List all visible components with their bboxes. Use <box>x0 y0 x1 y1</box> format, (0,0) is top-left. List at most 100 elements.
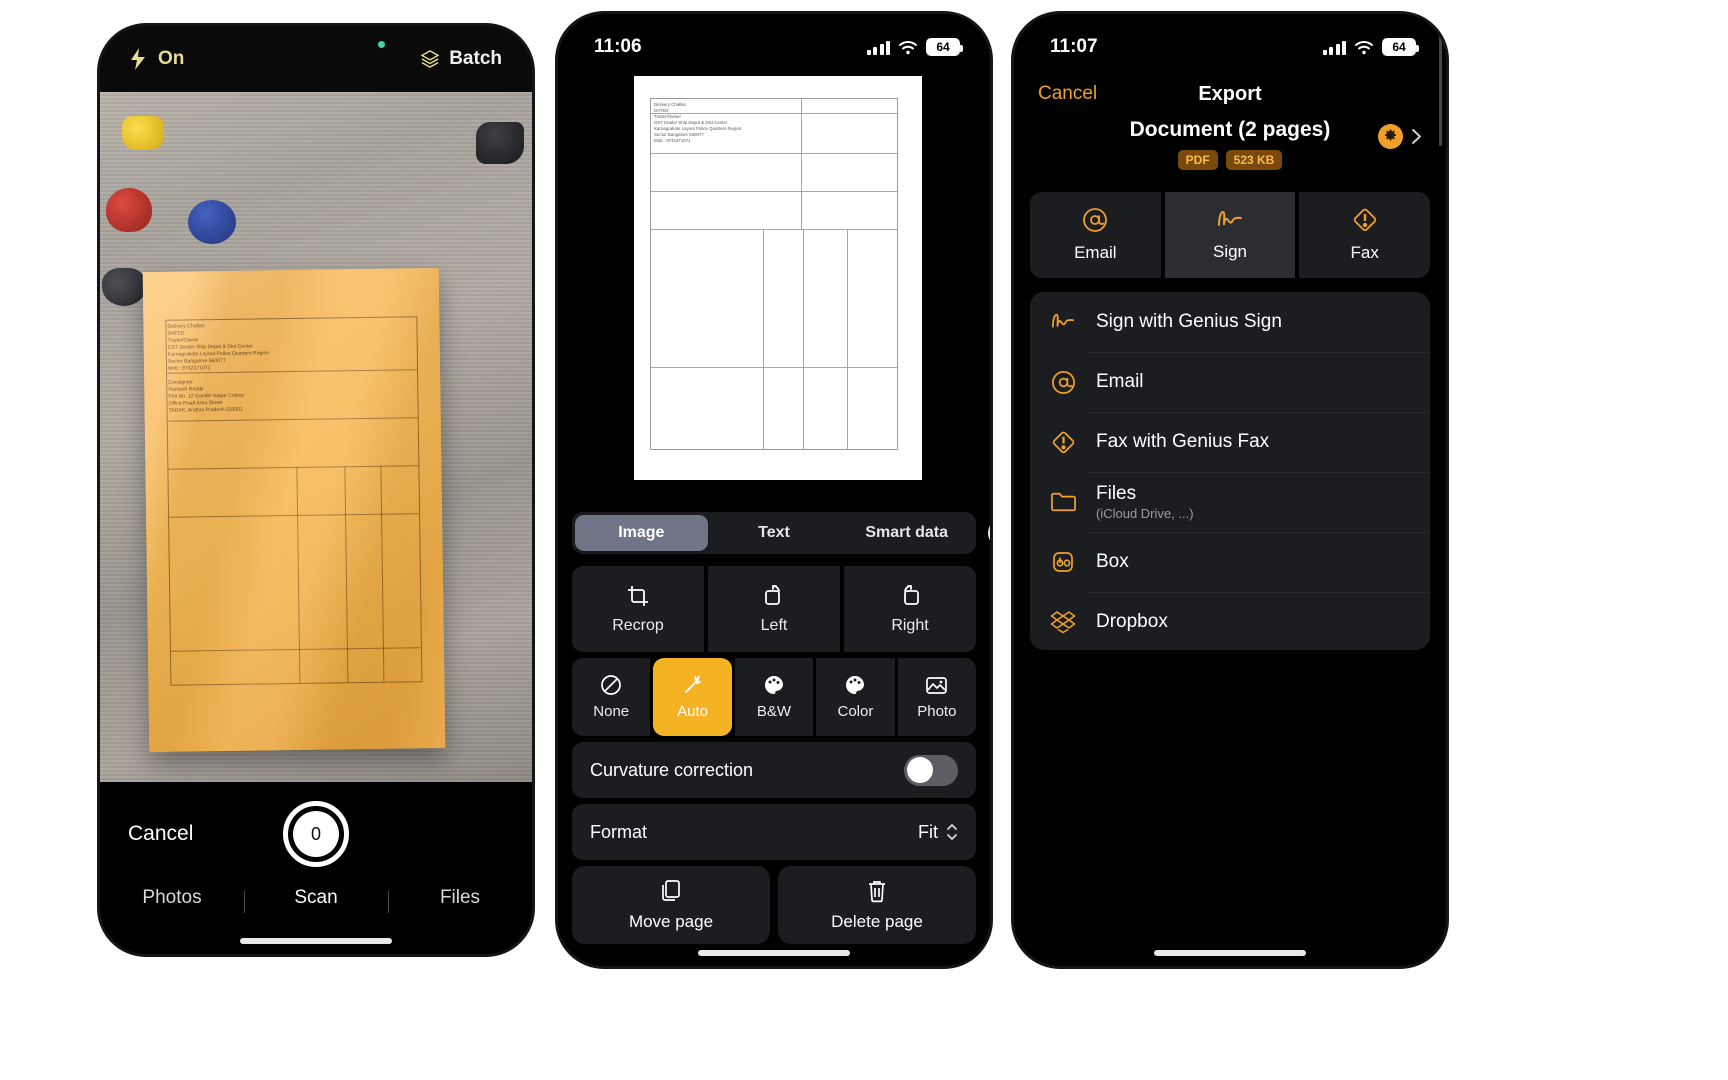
magic-wand-icon <box>682 674 704 696</box>
document-table-grid <box>165 316 423 686</box>
dropbox-icon <box>1048 607 1078 637</box>
recrop-button[interactable]: Recrop <box>572 566 704 652</box>
tab-scan[interactable]: Scan <box>244 887 388 913</box>
desk-object-blue <box>188 200 236 244</box>
destination-label: Fax with Genius Fax <box>1096 431 1270 452</box>
shutter-row: Cancel 0 <box>100 788 532 880</box>
filter-photo[interactable]: Photo <box>897 658 977 736</box>
shutter-button[interactable]: 0 <box>283 801 349 867</box>
quick-action-sign-label: Sign <box>1212 242 1248 261</box>
fax-diamond-icon <box>1048 427 1078 457</box>
camera-top-bar: On Batch <box>100 26 532 92</box>
rotate-left-button[interactable]: Left <box>708 566 840 652</box>
destination-label: Dropbox <box>1096 611 1168 632</box>
rotate-left-icon <box>762 584 786 608</box>
desk-object-black <box>476 122 524 164</box>
rotate-right-button[interactable]: Right <box>844 566 976 652</box>
quick-action-email-label: Email <box>1074 243 1117 262</box>
segment-smart-data[interactable]: Smart data <box>840 515 973 551</box>
filter-color[interactable]: Color <box>816 658 895 736</box>
list-item[interactable]: Dropbox <box>1030 592 1430 650</box>
wifi-icon <box>898 40 918 55</box>
camera-viewfinder[interactable]: Delivery Challan DATED Trader/Owner GST … <box>100 92 532 782</box>
palette-icon <box>763 674 785 696</box>
at-circle-icon <box>1048 367 1078 397</box>
filter-none[interactable]: None <box>572 658 651 736</box>
quick-action-fax-label: Fax <box>1350 243 1379 262</box>
recording-indicator-dot <box>378 41 385 48</box>
tab-files[interactable]: Files <box>388 887 532 913</box>
batch-mode-button[interactable]: Batch <box>421 48 502 70</box>
delete-page-label: Delete page <box>831 911 923 931</box>
rotate-right-label: Right <box>891 616 929 634</box>
export-nav-bar: Cancel Export <box>1014 70 1446 118</box>
page-preview-image[interactable]: Delivery Challan DATED Trader/Owner GST … <box>634 76 922 480</box>
scanned-paper-document: Delivery Challan DATED Trader/Owner GST … <box>142 267 446 753</box>
format-badge: PDF <box>1177 150 1218 170</box>
filter-none-label: None <box>593 703 630 720</box>
filter-photo-label: Photo <box>917 703 957 720</box>
export-cancel-button[interactable]: Cancel <box>1038 83 1097 105</box>
home-indicator <box>1154 950 1306 956</box>
wifi-icon <box>1354 40 1374 55</box>
battery-icon: 64 <box>1382 38 1419 56</box>
format-row[interactable]: Format Fit <box>572 804 976 860</box>
curvature-correction-toggle[interactable] <box>904 754 958 786</box>
filter-bw[interactable]: B&W <box>734 658 814 736</box>
destination-text-group: Files (iCloud Drive, ...) <box>1096 483 1194 521</box>
format-value: Fit <box>918 821 938 842</box>
filter-auto[interactable]: Auto <box>653 658 732 736</box>
quick-action-sign[interactable]: Sign <box>1164 192 1296 278</box>
quick-action-email[interactable]: Email <box>1030 192 1161 278</box>
bolt-icon <box>130 48 146 70</box>
segment-image[interactable]: Image <box>575 515 708 551</box>
desk-object-yellow <box>122 116 164 150</box>
move-page-label: Move page <box>628 911 714 931</box>
filter-row: None Auto B&W Color Photo <box>572 658 977 736</box>
document-badges: PDF 523 KB <box>1014 150 1446 170</box>
editor-mode-segmented-control: Image Text Smart data ✕ <box>572 512 990 554</box>
filter-auto-label: Auto <box>677 703 709 720</box>
destination-label: Sign with Genius Sign <box>1096 311 1282 332</box>
at-circle-icon <box>1082 207 1108 233</box>
list-item[interactable]: Fax with Genius Fax <box>1030 412 1430 472</box>
phone-camera-screen: On Batch Delivery Challan DATED Trader/O… <box>100 26 532 954</box>
camera-cancel-button[interactable]: Cancel <box>128 822 193 846</box>
desk-object-dark <box>102 268 146 306</box>
filter-color-label: Color <box>837 703 874 720</box>
phone-editor-screen: 11:06 64 Delivery Challan DATED Trader/O… <box>558 14 990 966</box>
page-actions-row: Move page Delete page <box>572 866 976 944</box>
list-item[interactable]: Sign with Genius Sign <box>1030 292 1430 352</box>
curvature-correction-row[interactable]: Curvature correction <box>572 742 976 798</box>
cellular-signal-icon <box>1322 40 1346 55</box>
chevron-up-down-icon <box>946 822 958 842</box>
cellular-signal-icon <box>866 40 890 55</box>
list-item[interactable]: Box <box>1030 532 1430 592</box>
tab-photos[interactable]: Photos <box>100 887 244 909</box>
list-item[interactable]: Files (iCloud Drive, ...) <box>1030 472 1430 532</box>
home-indicator <box>698 950 850 956</box>
filter-bw-label: B&W <box>756 703 792 720</box>
delete-page-button[interactable]: Delete page <box>778 866 976 944</box>
quick-action-fax[interactable]: Fax <box>1299 192 1431 278</box>
flash-toggle[interactable]: On <box>130 48 184 70</box>
batch-icon <box>421 50 440 68</box>
chevron-right-icon[interactable] <box>1411 128 1422 145</box>
rotate-left-label: Left <box>760 616 788 634</box>
batch-label: Batch <box>449 48 502 69</box>
capture-count: 0 <box>310 823 321 844</box>
battery-level: 64 <box>936 40 950 54</box>
gear-icon[interactable] <box>1378 124 1403 149</box>
document-settings-group[interactable] <box>1378 124 1422 149</box>
camera-bottom-controls: Cancel 0 Photos Scan Files <box>100 782 532 954</box>
export-title: Export <box>1198 82 1262 105</box>
close-icon[interactable]: ✕ <box>988 518 990 548</box>
battery-level: 64 <box>1392 40 1406 54</box>
move-page-button[interactable]: Move page <box>572 866 770 944</box>
format-value-group[interactable]: Fit <box>918 822 958 843</box>
list-item[interactable]: Email <box>1030 352 1430 412</box>
folder-icon <box>1048 487 1078 517</box>
segment-text[interactable]: Text <box>708 515 841 551</box>
home-indicator <box>240 938 392 944</box>
export-destinations-list[interactable]: Sign with Genius Sign Email Fax with Gen… <box>1030 26 1442 650</box>
